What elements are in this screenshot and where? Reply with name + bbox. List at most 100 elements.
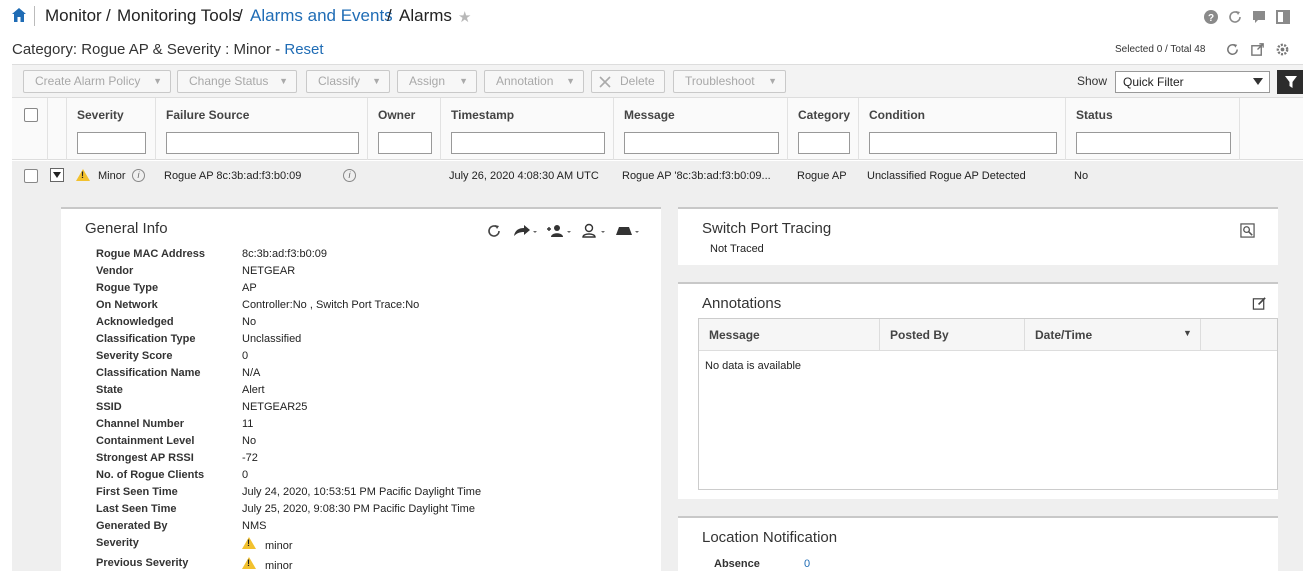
field-value: Controller:No , Switch Port Trace:No: [242, 299, 420, 311]
category-filter-input[interactable]: [798, 132, 850, 154]
field-label: Channel Number: [96, 418, 185, 430]
column-label: Category: [798, 108, 851, 122]
failure-source-filter-input[interactable]: [166, 132, 359, 154]
trace-status: Not Traced: [710, 243, 764, 255]
favorite-star-icon[interactable]: ★: [458, 8, 471, 26]
table-row[interactable]: Minor i Rogue AP 8c:3b:ad:f3:b0:09 i Jul…: [12, 161, 1303, 191]
funnel-filter-icon: [1285, 76, 1297, 88]
alarms-table-header: Severity Failure Source Owner Timestamp …: [12, 98, 1303, 160]
button-label: Change Status: [189, 74, 269, 88]
absence-count-link[interactable]: 0: [804, 558, 810, 570]
troubleshoot-button[interactable]: Troubleshoot ▼: [673, 70, 786, 93]
field-value: Alert: [242, 384, 265, 396]
refresh-icon[interactable]: [486, 223, 502, 239]
breadcrumb-monitor: Monitor: [45, 6, 102, 25]
change-status-button[interactable]: Change Status ▼: [177, 70, 297, 93]
column-label: Date/Time: [1035, 328, 1093, 342]
panel-icon[interactable]: [1275, 9, 1291, 25]
column-owner[interactable]: Owner: [368, 98, 441, 160]
field-label: Generated By: [96, 520, 168, 532]
field-value: minor: [265, 560, 293, 572]
sort-desc-icon[interactable]: ▼: [1183, 328, 1192, 338]
column-condition[interactable]: Condition: [859, 98, 1066, 160]
message-cell: Rogue AP '8c:3b:ad:f3:b0:09...: [622, 170, 771, 182]
user-search-icon[interactable]: [580, 223, 608, 239]
refresh-icon[interactable]: [1227, 9, 1243, 25]
column-label: Timestamp: [451, 108, 515, 122]
create-alarm-policy-button[interactable]: Create Alarm Policy ▼: [23, 70, 171, 93]
status-filter-input[interactable]: [1076, 132, 1231, 154]
trace-search-icon[interactable]: [1240, 223, 1255, 238]
empty-state-text: No data is available: [705, 360, 802, 372]
field-label: Severity: [96, 537, 139, 549]
field-label: First Seen Time: [96, 486, 178, 498]
reset-link[interactable]: Reset: [284, 41, 323, 58]
breadcrumb-divider: [34, 6, 35, 26]
owner-filter-input[interactable]: [378, 132, 432, 154]
classify-button[interactable]: Classify ▼: [306, 70, 390, 93]
column-category[interactable]: Category: [788, 98, 859, 160]
info-icon[interactable]: i: [343, 169, 356, 182]
warning-icon: [242, 557, 256, 569]
timestamp-filter-input[interactable]: [451, 132, 605, 154]
button-label: Troubleshoot: [685, 74, 755, 88]
column-date-time[interactable]: Date/Time ▼: [1025, 319, 1201, 351]
column-status[interactable]: Status: [1066, 98, 1240, 160]
message-filter-input[interactable]: [624, 132, 779, 154]
filter-toggle-button[interactable]: [1277, 70, 1303, 94]
settings-gear-icon[interactable]: [1275, 42, 1290, 57]
breadcrumb-separator: /: [387, 6, 392, 25]
field-value: July 24, 2020, 10:53:51 PM Pacific Dayli…: [242, 486, 482, 498]
device-icon[interactable]: [614, 223, 642, 239]
column-failure-source[interactable]: Failure Source: [156, 98, 368, 160]
quick-filter-value: Quick Filter: [1123, 75, 1184, 89]
absence-label: Absence: [714, 558, 760, 570]
field-value: 0: [242, 469, 249, 481]
severity-filter-input[interactable]: [77, 132, 146, 154]
expand-column: [48, 98, 67, 160]
info-icon[interactable]: i: [132, 169, 145, 182]
assign-user-icon[interactable]: [547, 223, 573, 239]
column-severity[interactable]: Severity: [67, 98, 156, 160]
refresh-icon[interactable]: [1225, 42, 1240, 57]
general-info-panel: General Info Rogue MAC Address 8c:3b:ad:…: [61, 207, 661, 572]
chevron-down-icon: ▼: [279, 76, 288, 86]
help-icon[interactable]: ?: [1203, 9, 1219, 25]
row-checkbox[interactable]: [24, 169, 38, 183]
forward-icon[interactable]: [512, 223, 538, 239]
status-cell: No: [1074, 170, 1089, 182]
column-label: Message: [624, 108, 675, 122]
column-timestamp[interactable]: Timestamp: [441, 98, 614, 160]
breadcrumb-alarms-and-events[interactable]: Alarms and Events: [250, 6, 393, 26]
svg-text:?: ?: [1208, 13, 1214, 24]
home-icon[interactable]: [11, 7, 27, 23]
edit-icon[interactable]: [1252, 296, 1267, 311]
column-label: Owner: [378, 108, 416, 122]
field-label: Acknowledged: [96, 316, 174, 328]
field-value: NETGEAR25: [242, 401, 308, 413]
category-filter-summary: Category: Rogue AP & Severity : Minor - …: [12, 41, 324, 58]
timestamp-cell: July 26, 2020 4:08:30 AM UTC: [449, 170, 599, 182]
column-label: Message: [709, 328, 760, 342]
chat-icon[interactable]: [1251, 9, 1267, 25]
field-label: SSID: [96, 401, 122, 413]
row-expand-toggle[interactable]: [50, 168, 64, 182]
breadcrumb-separator: /: [106, 6, 111, 25]
export-icon[interactable]: [1250, 42, 1265, 57]
column-posted-by[interactable]: Posted By: [880, 319, 1025, 351]
chevron-down-icon: ▼: [459, 76, 468, 86]
field-label: Vendor: [96, 265, 134, 277]
quick-filter-select[interactable]: Quick Filter: [1115, 71, 1270, 93]
condition-filter-input[interactable]: [869, 132, 1057, 154]
assign-button[interactable]: Assign ▼: [397, 70, 477, 93]
failure-source-cell: Rogue AP 8c:3b:ad:f3:b0:09: [164, 170, 302, 182]
field-label: Classification Name: [96, 367, 201, 379]
button-label: Classify: [318, 74, 361, 88]
select-all-checkbox[interactable]: [24, 108, 38, 122]
column-message[interactable]: Message: [614, 98, 788, 160]
column-message[interactable]: Message: [699, 319, 880, 351]
condition-cell: Unclassified Rogue AP Detected: [867, 170, 1026, 182]
annotation-button[interactable]: Annotation ▼: [484, 70, 584, 93]
field-label: State: [96, 384, 123, 396]
delete-button[interactable]: Delete: [591, 70, 665, 93]
